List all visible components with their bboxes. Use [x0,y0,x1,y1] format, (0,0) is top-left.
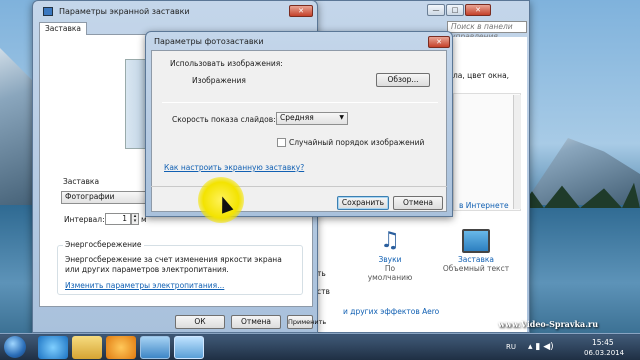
fragment-c: ств [317,287,330,296]
search-input[interactable]: Поиск в панели управления [447,21,527,41]
maximize-button[interactable]: □ [446,4,464,16]
shuffle-checkbox[interactable] [277,138,286,147]
screensaver-title: Заставка [457,255,495,264]
separator-top [162,102,438,103]
control-panel-icon[interactable] [140,336,170,359]
interval-label: Интервал: [64,215,105,224]
help-link[interactable]: Как настроить экранную заставку? [164,163,304,172]
interval-spinner[interactable]: ▴ ▾ [131,213,139,225]
chevron-down-icon: ▼ [339,114,344,121]
media-player-icon[interactable] [106,336,136,359]
minimize-button[interactable]: — [427,4,445,16]
dialog-cancel-button[interactable]: Отмена [393,196,443,210]
screensaver-subtitle: Объемный текст [442,264,510,273]
partial-description: ла, цвет окна, [453,71,510,80]
window-icon [43,7,53,16]
photo-settings-dialog: Параметры фотозаставки ✕ Использовать из… [145,31,453,217]
watermark: www.Video-Spravka.ru [498,319,599,329]
power-title: Энергосбережение [63,240,144,249]
save-button[interactable]: Сохранить [337,196,389,210]
apply-button[interactable]: Применить [287,315,326,329]
screensaver-icon [462,229,490,253]
fragment-b: ть [317,269,326,278]
clock-time[interactable]: 15:45 [592,338,614,347]
taskbar: RU ▴ ▮ ◀) 15:45 06.03.2014 [0,333,640,360]
explorer-icon[interactable] [72,336,102,359]
browse-button[interactable]: Обзор... [376,73,430,87]
internet-themes-link[interactable]: в Интернете [459,201,509,210]
speed-value: Средняя [280,113,314,122]
dialog-title: Параметры фотозаставки [154,37,264,46]
speed-label: Скорость показа слайдов: [172,115,276,124]
aero-effects-link[interactable]: и других эффектов Aero [343,307,439,316]
close-button[interactable]: ✕ [289,5,313,17]
ie-icon[interactable] [38,336,68,359]
wallpaper-mountain-right [520,138,640,210]
tray-icons[interactable]: ▴ ▮ ◀) [528,342,554,352]
sounds-title: Звуки [378,255,402,264]
screensaver-label: Заставка [63,177,100,186]
screensaver-taskbar-icon[interactable] [174,336,204,359]
scrollbar[interactable] [513,95,521,209]
use-images-label: Использовать изображения: [170,59,283,68]
ok-button[interactable]: ОК [175,315,225,329]
tab-screensaver[interactable]: Заставка [39,22,87,35]
interval-input[interactable]: 1 [105,213,131,225]
sounds-icon: ♫ [380,228,400,253]
dialog-close-button[interactable]: ✕ [428,36,450,48]
language-indicator[interactable]: RU [506,343,516,351]
theme-list [453,93,521,211]
speed-select[interactable]: Средняя ▼ [276,112,348,125]
start-button[interactable] [4,336,26,358]
power-text: Энергосбережение за счет изменения яркос… [65,255,282,274]
images-folder-label: Изображения [192,76,246,85]
sounds-subtitle: По умолчанию [367,264,413,282]
power-settings-link[interactable]: Изменить параметры электропитания... [65,281,224,290]
window-title: Параметры экранной заставки [59,7,190,16]
separator-bottom [151,186,447,187]
screensaver-item[interactable]: Заставка Объемный текст [441,227,511,273]
clock-date[interactable]: 06.03.2014 [584,349,624,357]
sounds-item[interactable]: ♫ Звуки По умолчанию [363,227,417,282]
shuffle-label[interactable]: Случайный порядок изображений [289,138,424,147]
cancel-button[interactable]: Отмена [231,315,281,329]
close-button[interactable]: ✕ [465,4,491,16]
